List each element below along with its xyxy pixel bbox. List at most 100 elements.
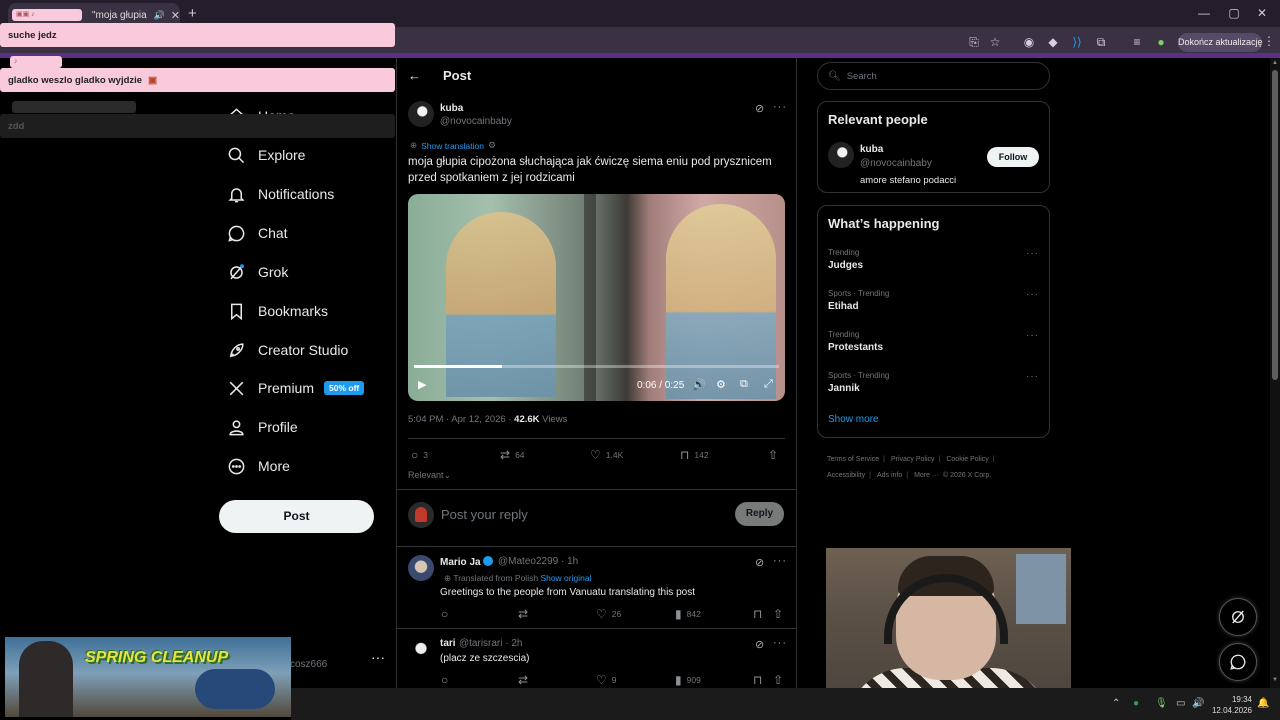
- nav-item-creator-studio[interactable]: Creator Studio: [226, 336, 348, 364]
- scroll-up-icon[interactable]: ▲: [1272, 60, 1278, 66]
- more-options-icon[interactable]: ···: [1026, 371, 1039, 382]
- nav-item-bookmarks[interactable]: Bookmarks: [226, 297, 328, 325]
- share-action[interactable]: ⇧: [768, 448, 783, 462]
- volume-icon[interactable]: 🔊: [1192, 698, 1204, 709]
- nav-item-notifications[interactable]: Notifications: [226, 180, 334, 208]
- like-action[interactable]: ♡ 9: [596, 673, 617, 687]
- like-action[interactable]: ♡ 1.4K: [590, 448, 623, 462]
- pip-icon[interactable]: ⧉: [740, 378, 748, 391]
- comment-author-name[interactable]: tari: [440, 638, 456, 649]
- nav-item-premium[interactable]: Premium 50% off: [226, 374, 365, 402]
- scroll-down-icon[interactable]: ▼: [1272, 677, 1278, 683]
- gear-icon[interactable]: ⚙: [488, 140, 496, 151]
- like-action[interactable]: ♡ 26: [596, 607, 621, 621]
- search-input[interactable]: 🔍︎ Search: [817, 62, 1050, 90]
- nav-item-more[interactable]: More: [226, 452, 290, 480]
- nav-item-profile[interactable]: Profile: [226, 413, 298, 441]
- bookmark-action[interactable]: ⊓: [753, 607, 767, 621]
- volume-icon[interactable]: 🔊: [692, 378, 706, 391]
- scrollbar[interactable]: [1270, 58, 1280, 688]
- more-options-icon[interactable]: ···: [773, 555, 787, 567]
- footer-link[interactable]: Terms of Service: [827, 456, 879, 463]
- extension-icon[interactable]: ◆: [1044, 34, 1062, 50]
- nav-item-explore[interactable]: Explore: [226, 141, 305, 169]
- account-username[interactable]: cosz666: [290, 659, 327, 670]
- tab-close-icon[interactable]: ✕: [171, 9, 180, 22]
- footer-link[interactable]: Ads info: [877, 472, 902, 479]
- update-button[interactable]: Dokończ aktualizację: [1178, 33, 1263, 52]
- repost-action[interactable]: ⇄ 64: [500, 448, 525, 462]
- footer-link[interactable]: Accessibility: [827, 472, 865, 479]
- grok-button[interactable]: [1219, 598, 1257, 636]
- person-name[interactable]: kuba: [860, 144, 883, 155]
- reply-sort-dropdown[interactable]: Relevant⌄: [408, 470, 451, 481]
- extension-icon[interactable]: ◉: [1020, 34, 1038, 50]
- trend-name[interactable]: Judges: [828, 260, 863, 271]
- avatar[interactable]: [408, 638, 434, 664]
- author-name[interactable]: kuba: [440, 103, 463, 114]
- video-player[interactable]: ▶ 0:06 / 0:25 🔊 ⚙ ⧉ ⤢: [408, 194, 785, 401]
- puzzle-icon[interactable]: ⧉: [1092, 34, 1110, 50]
- star-icon[interactable]: ☆: [986, 34, 1004, 50]
- avatar[interactable]: [408, 555, 434, 581]
- profile-icon[interactable]: ●: [1152, 34, 1170, 50]
- new-tab-button[interactable]: +: [188, 5, 197, 22]
- trend-name[interactable]: Jannik: [828, 383, 860, 394]
- more-options-icon[interactable]: ···: [773, 637, 787, 649]
- nav-item-grok[interactable]: Grok: [226, 258, 288, 286]
- scroll-thumb[interactable]: [1272, 70, 1278, 380]
- bookmark-action[interactable]: ⊓: [753, 673, 767, 687]
- play-icon[interactable]: ▶: [418, 378, 426, 391]
- show-translation-link[interactable]: ⊕ Show translation ⚙: [410, 140, 496, 151]
- trend-name[interactable]: Etihad: [828, 301, 859, 312]
- person-handle[interactable]: @novocainbaby: [860, 158, 932, 169]
- reply-input[interactable]: Post your reply: [441, 507, 528, 522]
- more-options-icon[interactable]: ···: [773, 101, 787, 113]
- more-options-icon[interactable]: ···: [1026, 248, 1039, 259]
- trend-name[interactable]: Protestants: [828, 342, 883, 353]
- views-action[interactable]: ▮ 909: [675, 673, 701, 687]
- maximize-button[interactable]: ▢: [1224, 6, 1244, 20]
- reply-action[interactable]: ○: [441, 607, 453, 621]
- more-options-icon[interactable]: ···: [1026, 330, 1039, 341]
- share-action[interactable]: ⇧: [773, 607, 788, 621]
- repost-action[interactable]: ⇄: [518, 673, 533, 687]
- footer-link[interactable]: More ···: [914, 472, 939, 479]
- reply-action[interactable]: ○ 3: [411, 448, 428, 462]
- video-progress-bar[interactable]: [414, 365, 779, 368]
- show-more-link[interactable]: Show more: [828, 414, 879, 425]
- tray-app-icon[interactable]: ●: [1133, 698, 1139, 709]
- author-handle[interactable]: @novocainbaby: [440, 116, 512, 127]
- taskbar-clock[interactable]: 19:34 12.04.2026: [1206, 694, 1252, 716]
- install-app-icon[interactable]: ⎘: [965, 34, 983, 50]
- show-original-link[interactable]: Show original: [540, 573, 591, 583]
- account-menu-icon[interactable]: ···: [371, 649, 385, 665]
- post-timestamp[interactable]: 5:04 PM · Apr 12, 2026 ·: [408, 414, 514, 425]
- close-window-button[interactable]: ✕: [1252, 6, 1272, 20]
- repost-action[interactable]: ⇄: [518, 607, 533, 621]
- nav-item-chat[interactable]: Chat: [226, 219, 288, 247]
- chevron-up-icon[interactable]: ⌃: [1112, 698, 1120, 709]
- messages-button[interactable]: [1219, 643, 1257, 681]
- follow-button[interactable]: Follow: [987, 147, 1039, 167]
- bookmark-action[interactable]: ⊓ 142: [680, 448, 709, 462]
- more-options-icon[interactable]: ···: [1026, 289, 1039, 300]
- avatar[interactable]: [408, 101, 434, 127]
- footer-link[interactable]: Privacy Policy: [891, 456, 935, 463]
- footer-link[interactable]: Cookie Policy: [946, 456, 988, 463]
- avatar[interactable]: [828, 142, 854, 168]
- comment-author[interactable]: Mario Ja: [440, 556, 495, 568]
- browser-menu-icon[interactable]: ⋮: [1263, 34, 1275, 48]
- reply-action[interactable]: ○: [441, 673, 453, 687]
- reply-button[interactable]: Reply: [735, 502, 784, 526]
- views-action[interactable]: ▮ 842: [675, 607, 701, 621]
- post-button[interactable]: Post: [219, 500, 374, 533]
- fullscreen-icon[interactable]: ⤢: [764, 378, 773, 391]
- back-arrow-icon[interactable]: ←: [408, 68, 421, 83]
- microphone-icon[interactable]: 🎙: [1155, 698, 1168, 709]
- extension-icon[interactable]: ⟩⟩: [1068, 34, 1086, 50]
- grok-icon[interactable]: ⊘: [755, 102, 764, 115]
- settings-icon[interactable]: ⚙: [716, 378, 726, 391]
- minimize-button[interactable]: —: [1194, 6, 1214, 20]
- network-icon[interactable]: ▭: [1176, 698, 1185, 709]
